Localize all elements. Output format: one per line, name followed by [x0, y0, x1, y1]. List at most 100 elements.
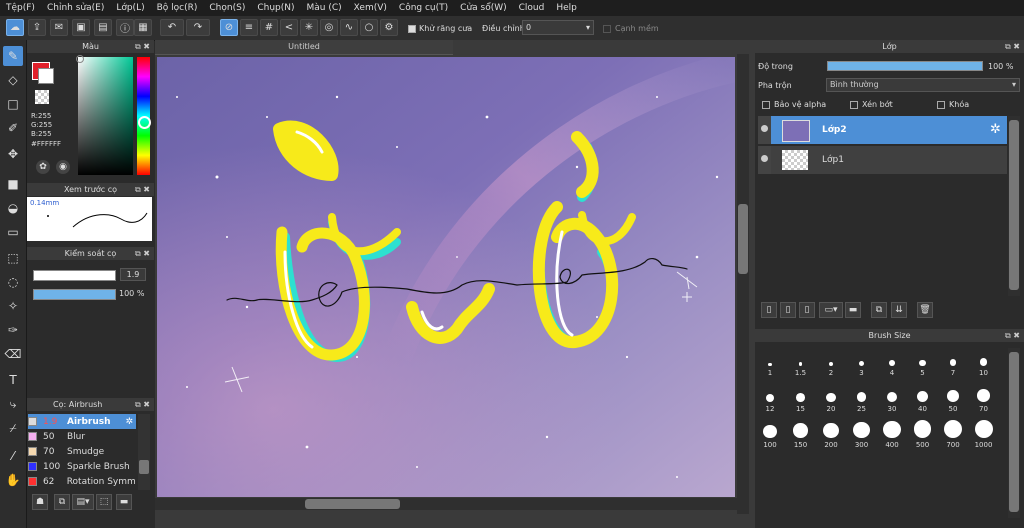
rect-tool-icon[interactable]: □ [3, 94, 23, 114]
brush-item-sparkle[interactable]: 100 Sparkle Brush [28, 459, 136, 474]
palette-icon[interactable]: ✿ [36, 160, 50, 174]
brush-size-cell[interactable]: 500 [908, 418, 938, 449]
lock-option[interactable]: Khóa [937, 100, 969, 109]
layer-row-lop2[interactable]: Lớp2 ✲ [758, 116, 1007, 144]
comment-icon[interactable]: ✉ [50, 19, 68, 36]
grid-icon[interactable]: ▦ [134, 19, 152, 36]
new-layer-8bit-icon[interactable]: ▯ [799, 302, 815, 318]
brush-item-blur[interactable]: 50 Blur [28, 429, 136, 444]
brush-size-value[interactable]: 1.9 [120, 268, 146, 281]
brush-size-cell[interactable]: 700 [938, 418, 968, 449]
layer-opacity-slider[interactable] [827, 61, 983, 71]
menu-select[interactable]: Chọn(S) [203, 3, 251, 13]
lock-checkbox[interactable] [937, 100, 945, 109]
brush-size-cell[interactable]: 30 [877, 382, 907, 413]
brush-add-icon[interactable]: ☗ [32, 494, 48, 510]
panel-controls-icon[interactable]: ⧉ ✖ [135, 40, 150, 53]
snap-off-icon[interactable]: ⊘ [220, 19, 238, 36]
panel-controls-icon[interactable]: ⧉ ✖ [135, 247, 150, 260]
brush-size-cell[interactable]: 400 [877, 418, 907, 449]
eye-icon[interactable] [761, 125, 768, 132]
brush-size-cell[interactable]: 10 [969, 346, 999, 377]
brush-opacity-slider[interactable] [33, 289, 116, 300]
panel-controls-icon[interactable]: ⧉ ✖ [135, 398, 150, 411]
snap-grid-icon[interactable]: # [260, 19, 278, 36]
fill-rect-tool-icon[interactable]: ■ [3, 174, 23, 194]
menu-help[interactable]: Help [550, 3, 583, 13]
merge-layer-icon[interactable]: ⇊ [891, 302, 907, 318]
clipping-option[interactable]: Xén bớt [850, 100, 893, 109]
brush-size-cell[interactable]: 1 [755, 346, 785, 377]
snapshot-icon[interactable]: ▣ [72, 19, 90, 36]
brush-size-cell[interactable]: 70 [969, 382, 999, 413]
eye-icon[interactable] [761, 155, 768, 162]
brush-folder-icon[interactable]: ▬ [116, 494, 132, 510]
brush-size-cell[interactable]: 50 [938, 382, 968, 413]
brush-size-cell[interactable]: 200 [816, 418, 846, 449]
bucket-tool-icon[interactable]: ◒ [3, 198, 23, 218]
protect-alpha-option[interactable]: Bảo vệ alpha [762, 100, 826, 109]
snap-settings-icon[interactable]: ⚙ [380, 19, 398, 36]
undo-icon[interactable]: ↶ [160, 19, 184, 36]
divide-tool-icon[interactable]: ⌿ [3, 418, 23, 438]
smooth-edge-checkbox[interactable] [603, 24, 611, 33]
brush-tool-icon[interactable]: ✎ [3, 46, 23, 66]
layer-scroll-thumb[interactable] [1009, 120, 1019, 290]
menu-color[interactable]: Màu (C) [301, 3, 348, 13]
new-raster-layer-icon[interactable]: ▯ [780, 302, 796, 318]
brush-copy-icon[interactable]: ⧉ [54, 494, 70, 510]
select-eraser-tool-icon[interactable]: ⌫ [3, 344, 23, 364]
duplicate-layer-icon[interactable]: ⧉ [871, 302, 887, 318]
brush-size-cell[interactable]: 5 [908, 346, 938, 377]
artwork-canvas[interactable] [157, 57, 735, 497]
brush-size-cell[interactable]: 100 [755, 418, 785, 449]
layer-settings-gear-icon[interactable]: ✲ [990, 122, 1001, 137]
hue-slider-handle[interactable] [138, 116, 151, 129]
background-color-swatch[interactable] [38, 68, 54, 84]
hand-tool-icon[interactable]: ✋ [3, 470, 23, 490]
menu-file[interactable]: Tệp(F) [0, 3, 41, 13]
snap-curve-icon[interactable]: ∿ [340, 19, 358, 36]
brush-item-rotation[interactable]: 62 Rotation Symme [28, 474, 136, 489]
saturation-value-picker[interactable] [78, 57, 133, 175]
adjust-select[interactable]: 0 ▾ [522, 20, 594, 35]
layer-list-scrollbar[interactable] [1008, 116, 1020, 296]
brush-size-cell[interactable]: 12 [755, 382, 785, 413]
canvas-vertical-scrollbar[interactable] [737, 54, 749, 514]
protect-alpha-checkbox[interactable] [762, 100, 770, 109]
eraser-tool-icon[interactable]: ◇ [3, 70, 23, 90]
brush-size-cell[interactable]: 1000 [969, 418, 999, 449]
antialias-checkbox[interactable] [408, 24, 416, 33]
antialias-toggle[interactable]: Khử răng cưa [408, 24, 472, 33]
smooth-edge-toggle[interactable]: Cạnh mềm [603, 24, 659, 33]
brush-size-cell[interactable]: 15 [786, 382, 816, 413]
snap-ring-icon[interactable]: ○ [360, 19, 378, 36]
layers-icon[interactable]: ▤ [94, 19, 112, 36]
panel-controls-icon[interactable]: ⧉ ✖ [135, 183, 150, 196]
text-tool-icon[interactable]: T [3, 370, 23, 390]
layer-folder-icon[interactable]: ▬ [845, 302, 861, 318]
snap-parallel-icon[interactable]: ≡ [240, 19, 258, 36]
export-icon[interactable]: ⇪ [28, 19, 46, 36]
select-brush-tool-icon[interactable]: ✑ [3, 320, 23, 340]
canvas-hscroll-thumb[interactable] [305, 499, 400, 509]
snap-circle-icon[interactable]: ◎ [320, 19, 338, 36]
sv-picker-handle[interactable] [76, 55, 84, 63]
color-wheel-icon[interactable]: ◉ [56, 160, 70, 174]
delete-layer-icon[interactable]: 🗑 [917, 302, 933, 318]
lasso-tool-icon[interactable]: ◌ [3, 272, 23, 292]
brush-size-cell[interactable]: 300 [847, 418, 877, 449]
move-tool-icon[interactable]: ✥ [3, 144, 23, 164]
menu-filter[interactable]: Bộ lọc(R) [151, 3, 204, 13]
brush-size-cell[interactable]: 25 [847, 382, 877, 413]
brush-size-cell[interactable]: 7 [938, 346, 968, 377]
brush-size-cell[interactable]: 150 [786, 418, 816, 449]
brush-list-scroll-thumb[interactable] [139, 460, 149, 474]
canvas-horizontal-scrollbar[interactable] [155, 498, 737, 510]
brush-size-scroll-thumb[interactable] [1009, 352, 1019, 512]
menu-edit[interactable]: Chỉnh sửa(E) [41, 3, 110, 13]
brush-menu-icon[interactable]: ▤▾ [72, 494, 94, 510]
brush-size-cell[interactable]: 4 [877, 346, 907, 377]
info-icon[interactable]: ⓘ [116, 19, 134, 36]
layer-row-lop1[interactable]: Lớp1 [758, 146, 1007, 174]
